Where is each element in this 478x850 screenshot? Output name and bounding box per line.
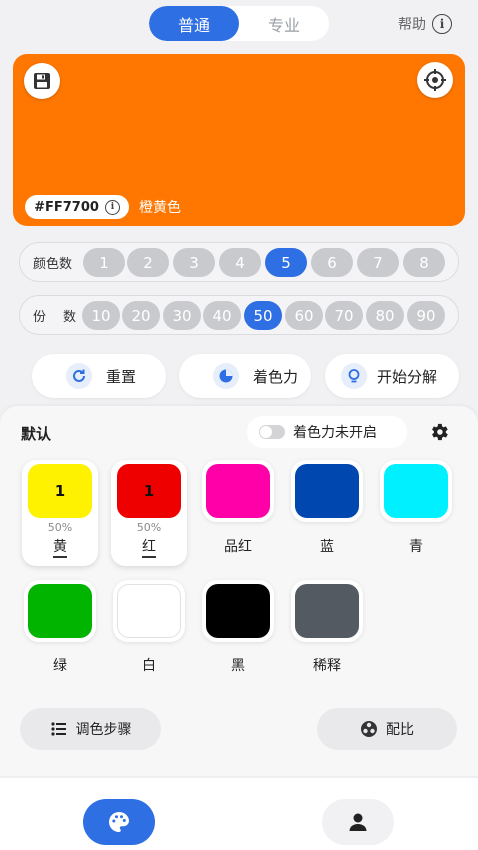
swatch-white[interactable]	[117, 584, 181, 638]
swatch-magenta[interactable]	[206, 464, 270, 518]
portions-option[interactable]: 40	[203, 301, 241, 330]
color-count-option[interactable]: 1	[83, 248, 125, 277]
swatch-label: 稀释	[313, 658, 341, 674]
color-wheel-icon	[361, 721, 377, 737]
bottom-nav	[0, 778, 478, 850]
color-picker-button[interactable]	[417, 62, 453, 98]
color-count-option[interactable]: 6	[311, 248, 353, 277]
portions-option[interactable]: 90	[407, 301, 445, 330]
lightbulb-icon	[341, 363, 367, 389]
ratio-label: 配比	[386, 722, 414, 738]
palette-icon	[109, 812, 129, 832]
swatch-label: 红	[142, 539, 156, 555]
portions-option[interactable]: 70	[325, 301, 363, 330]
toggle-switch[interactable]	[259, 425, 285, 439]
color-count-option[interactable]: 8	[403, 248, 445, 277]
help-button[interactable]: 帮助 i	[398, 12, 452, 36]
swatch-cyan[interactable]	[384, 464, 448, 518]
swatch-blue[interactable]	[295, 464, 359, 518]
nav-palette[interactable]	[83, 799, 155, 845]
swatch-label: 绿	[53, 658, 67, 674]
save-icon	[34, 73, 50, 89]
swatch-label: 黑	[231, 658, 245, 674]
swatch-label: 青	[409, 539, 423, 555]
help-label: 帮助	[398, 17, 426, 33]
portions-option[interactable]: 60	[285, 301, 323, 330]
crosshair-icon	[424, 69, 446, 91]
hex-code-pill[interactable]: #FF7700 i	[25, 195, 129, 219]
color-count-option[interactable]: 2	[127, 248, 169, 277]
swatch-count: 1	[143, 482, 155, 500]
tint-strength-button[interactable]: 着色力	[179, 354, 311, 398]
portions-option[interactable]: 30	[163, 301, 201, 330]
swatch-count: 1	[54, 482, 66, 500]
pie-chart-icon	[213, 363, 239, 389]
portions-option[interactable]: 20	[122, 301, 160, 330]
color-count-option[interactable]: 7	[357, 248, 399, 277]
start-decompose-label: 开始分解	[377, 367, 438, 386]
info-icon: i	[432, 14, 452, 34]
swatch-label: 品红	[224, 539, 252, 555]
tint-strength-toggle[interactable]: 着色力未开启	[247, 416, 407, 448]
tint-strength-label: 着色力	[253, 367, 299, 386]
swatch-dilute[interactable]	[295, 584, 359, 638]
swatch-label: 白	[142, 658, 156, 674]
color-count-label: 颜色数	[33, 257, 73, 272]
swatch-label: 蓝	[320, 539, 334, 555]
swatch-percent: 50%	[136, 521, 162, 534]
portions-option[interactable]: 80	[366, 301, 404, 330]
mixing-steps-button[interactable]: 调色步骤	[20, 708, 161, 750]
swatch-yellow[interactable]: 1	[28, 464, 92, 518]
tab-normal[interactable]: 普通	[149, 6, 239, 41]
swatch-underline	[53, 556, 67, 558]
portions-option-selected[interactable]: 50	[244, 301, 282, 330]
color-name: 橙黄色	[139, 200, 181, 216]
color-count-option[interactable]: 4	[219, 248, 261, 277]
mode-tabs: 普通 专业	[149, 6, 329, 41]
start-decompose-button[interactable]: 开始分解	[325, 354, 459, 398]
ratio-button[interactable]: 配比	[317, 708, 457, 750]
settings-button[interactable]	[426, 419, 452, 445]
reset-button[interactable]: 重置	[32, 354, 166, 398]
user-icon	[349, 813, 367, 831]
swatch-black[interactable]	[206, 584, 270, 638]
gear-icon	[432, 423, 448, 441]
swatch-label: 黄	[53, 539, 67, 555]
portions-label: 份	[33, 310, 47, 325]
info-icon: i	[104, 199, 120, 215]
swatch-underline	[142, 556, 156, 558]
mixing-steps-label: 调色步骤	[75, 722, 132, 738]
list-icon	[50, 722, 66, 736]
hex-code: #FF7700	[34, 199, 99, 215]
portions-label-2: 数	[63, 310, 77, 325]
reset-label: 重置	[106, 367, 137, 386]
save-button[interactable]	[24, 63, 60, 99]
color-count-option-selected[interactable]: 5	[265, 248, 307, 277]
tint-strength-toggle-label: 着色力未开启	[293, 425, 377, 441]
swatch-percent: 50%	[47, 521, 73, 534]
nav-profile[interactable]	[322, 799, 394, 845]
portions-option[interactable]: 10	[82, 301, 120, 330]
refresh-icon	[66, 363, 92, 389]
swatch-green[interactable]	[28, 584, 92, 638]
swatch-red[interactable]: 1	[117, 464, 181, 518]
sheet-title: 默认	[21, 425, 52, 443]
color-count-option[interactable]: 3	[173, 248, 215, 277]
tab-professional[interactable]: 专业	[239, 6, 329, 41]
